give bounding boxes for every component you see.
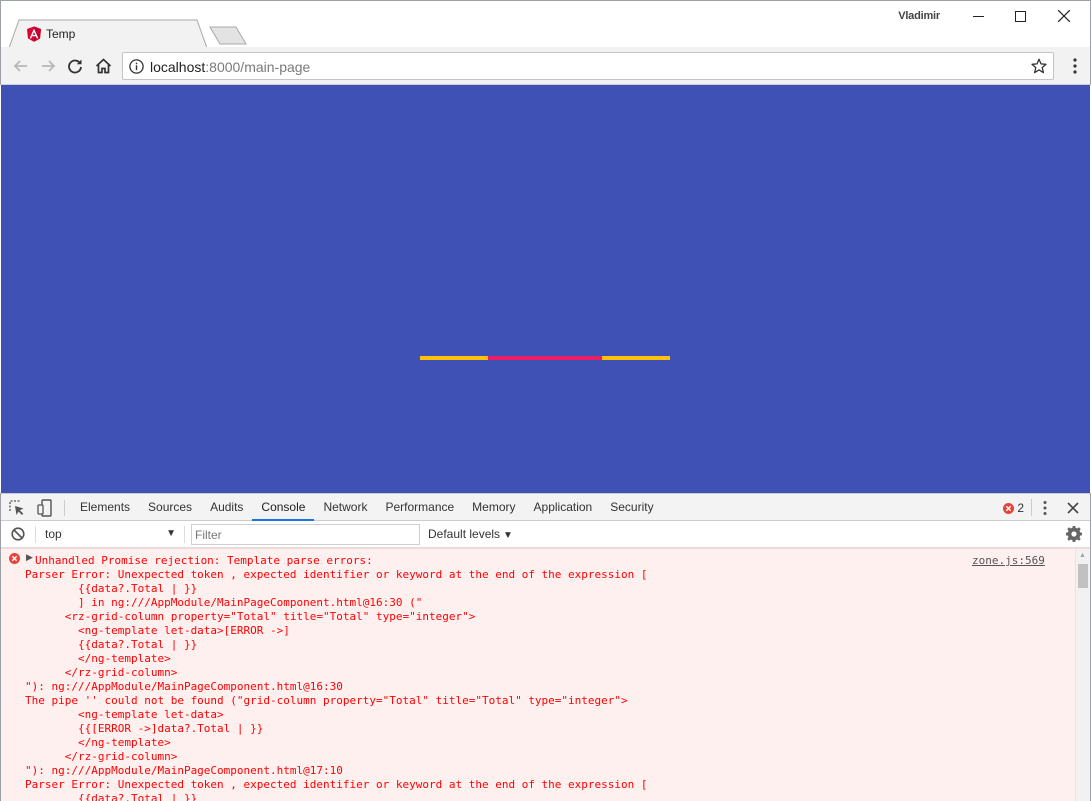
tab-console[interactable]: Console: [252, 494, 315, 521]
tab-application[interactable]: Application: [525, 494, 602, 521]
loading-bar-segment: [488, 356, 602, 360]
loading-bar: [420, 356, 670, 360]
kebab-menu-icon[interactable]: [1070, 57, 1080, 75]
tab-security[interactable]: Security: [601, 494, 662, 521]
minimize-button[interactable]: [958, 5, 998, 27]
message-line: "): ng:///AppModule/MainPageComponent.ht…: [25, 764, 343, 777]
page-viewport: [1, 85, 1090, 493]
message-line: The pipe '' could not be found ("grid-co…: [25, 694, 628, 707]
scrollbar-thumb[interactable]: [1078, 564, 1088, 588]
toolbar-divider: [184, 526, 185, 543]
message-line: <rz-grid-column property="Total" title="…: [25, 610, 476, 623]
star-icon[interactable]: [1031, 58, 1047, 74]
tab-memory[interactable]: Memory: [463, 494, 524, 521]
console-scrollbar[interactable]: ▲: [1075, 549, 1090, 801]
error-message-text: Unhandled Promise rejection: Template pa…: [25, 554, 955, 801]
profile-name[interactable]: Vladimir: [898, 10, 940, 22]
back-button[interactable]: [10, 55, 32, 77]
message-line: "): ng:///AppModule/MainPageComponent.ht…: [25, 680, 343, 693]
url-host: localhost: [150, 59, 206, 75]
devtools-tabbar: Elements Sources Audits Console Network Perfo…: [1, 493, 1090, 521]
browser-toolbar: localhost:8000/main-page: [0, 47, 1091, 85]
close-devtools-icon[interactable]: [1066, 501, 1080, 515]
toolbar-divider: [64, 500, 65, 516]
message-source-link[interactable]: zone.js:569: [972, 554, 1045, 567]
console-filter-bar: top ▼ Default levels▼: [1, 521, 1090, 548]
arrow-right-icon: [42, 60, 56, 72]
tab-elements[interactable]: Elements: [71, 494, 139, 521]
tab-performance[interactable]: Performance: [376, 494, 463, 521]
message-line: </ng-template>: [25, 652, 171, 665]
console-output: ▶ zone.js:569 Unhandled Promise rejectio…: [1, 548, 1090, 801]
error-counter[interactable]: 2: [1003, 501, 1024, 515]
dropdown-caret-icon: ▼: [503, 530, 513, 541]
error-icon: [1003, 502, 1015, 514]
forward-button[interactable]: [37, 55, 59, 77]
message-line: {{data?.Total | }}: [25, 792, 198, 801]
toolbar-divider: [1031, 499, 1032, 516]
message-line: </ng-template>: [25, 736, 171, 749]
message-line: </rz-grid-column>: [25, 666, 178, 679]
dropdown-caret-icon: ▼: [166, 528, 176, 539]
toolbar-divider: [35, 526, 36, 543]
message-line: ] in ng:///AppModule/MainPageComponent.h…: [25, 596, 423, 609]
maximize-icon: [1014, 10, 1026, 22]
message-line: Unhandled Promise rejection: Template pa…: [35, 554, 373, 567]
message-line: Parser Error: Unexpected token , expecte…: [25, 778, 648, 791]
loading-bar-segment: [420, 356, 488, 360]
message-line: {{data?.Total | }}: [25, 582, 198, 595]
devtools-tab-list: Elements Sources Audits Console Network Perfo…: [71, 494, 663, 521]
context-selector[interactable]: top ▼: [45, 527, 180, 543]
close-window-button[interactable]: [1044, 5, 1084, 27]
new-tab-button[interactable]: [209, 26, 247, 45]
minimize-icon: [972, 15, 984, 17]
context-value: top: [45, 527, 62, 541]
gear-icon[interactable]: [1066, 526, 1082, 542]
close-icon: [1058, 10, 1070, 22]
message-line: {{data?.Total | }}: [25, 638, 198, 651]
message-line: <ng-template let-data>[ERROR ->]: [25, 624, 290, 637]
clear-console-icon[interactable]: [11, 527, 25, 541]
console-filter-input[interactable]: [191, 524, 420, 545]
error-count: 2: [1017, 501, 1024, 515]
log-levels-label: Default levels: [428, 527, 501, 541]
message-line: Parser Error: Unexpected token , expecte…: [25, 568, 648, 581]
kebab-menu-icon[interactable]: [1040, 500, 1050, 516]
tab-network[interactable]: Network: [314, 494, 376, 521]
loading-bar-segment: [602, 356, 670, 360]
reload-icon: [68, 59, 82, 74]
message-line: <ng-template let-data>: [25, 708, 224, 721]
tab-sources[interactable]: Sources: [139, 494, 201, 521]
info-icon[interactable]: [129, 59, 144, 74]
device-toolbar-icon[interactable]: [36, 499, 54, 517]
angular-icon: [27, 26, 41, 42]
message-line: </rz-grid-column>: [25, 750, 178, 763]
message-line: {{[ERROR ->]data?.Total | }}: [25, 722, 264, 735]
browser-tab[interactable]: Temp: [9, 19, 207, 48]
tab-title: Temp: [46, 27, 76, 41]
browser-titlebar: Temp Vladimir: [0, 0, 1091, 48]
maximize-button[interactable]: [1000, 5, 1040, 27]
home-icon: [95, 58, 111, 74]
scroll-up-arrow-icon[interactable]: ▲: [1079, 552, 1086, 559]
tab-audits[interactable]: Audits: [201, 494, 252, 521]
url-text[interactable]: localhost:8000/main-page: [150, 59, 310, 75]
url-path: :8000/main-page: [205, 59, 311, 75]
inspect-element-icon[interactable]: [8, 499, 26, 517]
log-levels-dropdown[interactable]: Default levels ▼: [428, 527, 513, 541]
home-button[interactable]: [92, 55, 114, 77]
devtools-panel: Elements Sources Audits Console Network Perfo…: [0, 493, 1091, 801]
arrow-left-icon: [13, 60, 27, 72]
reload-button[interactable]: [64, 55, 86, 77]
address-bar[interactable]: localhost:8000/main-page: [122, 52, 1054, 80]
error-icon: [9, 553, 20, 564]
